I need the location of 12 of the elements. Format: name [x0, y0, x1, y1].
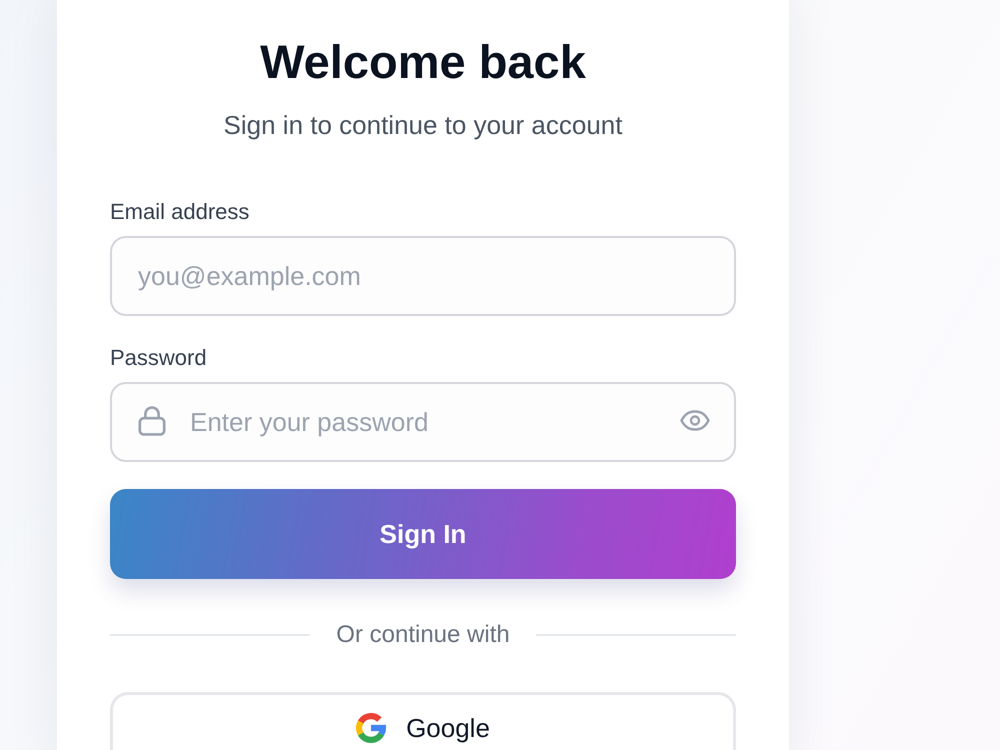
password-field[interactable]: Enter your password [110, 382, 736, 462]
sign-in-with-provider-button[interactable]: Google [110, 692, 736, 750]
page-subtitle: Sign in to continue to your account [224, 109, 622, 142]
sign-in-button[interactable]: Sign In [110, 489, 736, 579]
email-field[interactable]: you@example.com [110, 236, 736, 316]
page-title: Welcome back [260, 34, 586, 90]
password-label: Password [110, 344, 207, 372]
lock-icon [138, 406, 166, 436]
eye-icon[interactable] [680, 410, 710, 431]
divider-text: Or continue with [336, 620, 510, 650]
g-logo-icon [356, 713, 386, 743]
email-label: Email address [110, 198, 250, 226]
